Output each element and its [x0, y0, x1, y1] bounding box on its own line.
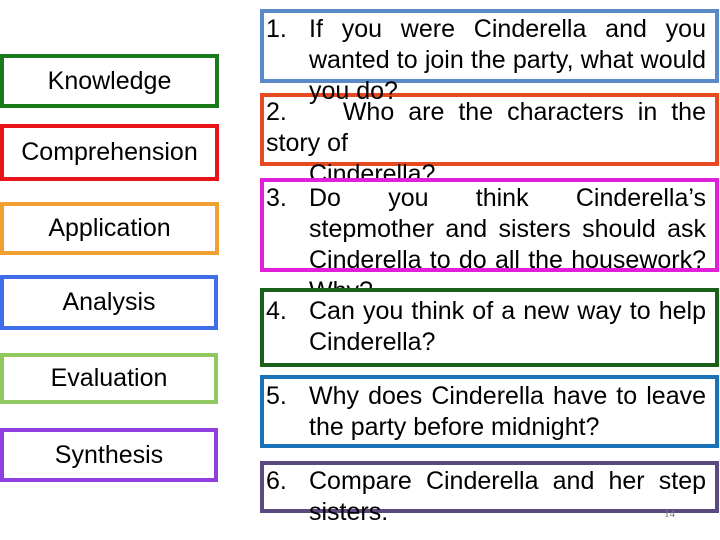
level-label: Comprehension	[21, 138, 198, 166]
page-number: 14	[664, 508, 675, 520]
level-label: Analysis	[62, 288, 156, 316]
question-line: story of	[266, 129, 348, 157]
question-text: Compare Cinderella and her step sisters.	[309, 467, 706, 526]
level-label: Evaluation	[50, 364, 168, 392]
question-number: 4.	[266, 297, 287, 325]
question-number: 2.	[266, 98, 287, 126]
level-analysis: Analysis	[0, 275, 218, 330]
level-label: Synthesis	[54, 440, 164, 469]
level-label: Knowledge	[47, 66, 172, 95]
question-number: 3.	[266, 184, 287, 212]
question-5: 5. Why does Cinderella have to leave the…	[266, 381, 706, 443]
question-6: 6. Compare Cinderella and her step siste…	[266, 466, 706, 528]
level-label: Application	[48, 214, 171, 242]
level-synthesis: Synthesis	[0, 428, 218, 482]
question-text: If you were Cinderella and you wanted to…	[309, 15, 706, 105]
level-application: Application	[0, 202, 219, 255]
level-knowledge: Knowledge	[0, 54, 219, 108]
level-comprehension: Comprehension	[0, 124, 219, 181]
question-1: 1. If you were Cinderella and you wanted…	[266, 14, 706, 107]
level-evaluation: Evaluation	[0, 353, 218, 404]
question-4: 4. Can you think of a new way to help Ci…	[266, 296, 706, 358]
question-number: 5.	[266, 382, 287, 410]
question-number: 1.	[266, 15, 287, 43]
question-line: 2. Who are the characters in the	[266, 97, 706, 128]
question-2: 2. Who are the characters in the story o…	[266, 97, 706, 190]
question-text: Why does Cinderella have to leave the pa…	[309, 382, 706, 441]
question-number: 6.	[266, 467, 287, 495]
question-text: Can you think of a new way to help Cinde…	[309, 297, 706, 356]
question-text: Who are the characters in the	[342, 98, 706, 126]
